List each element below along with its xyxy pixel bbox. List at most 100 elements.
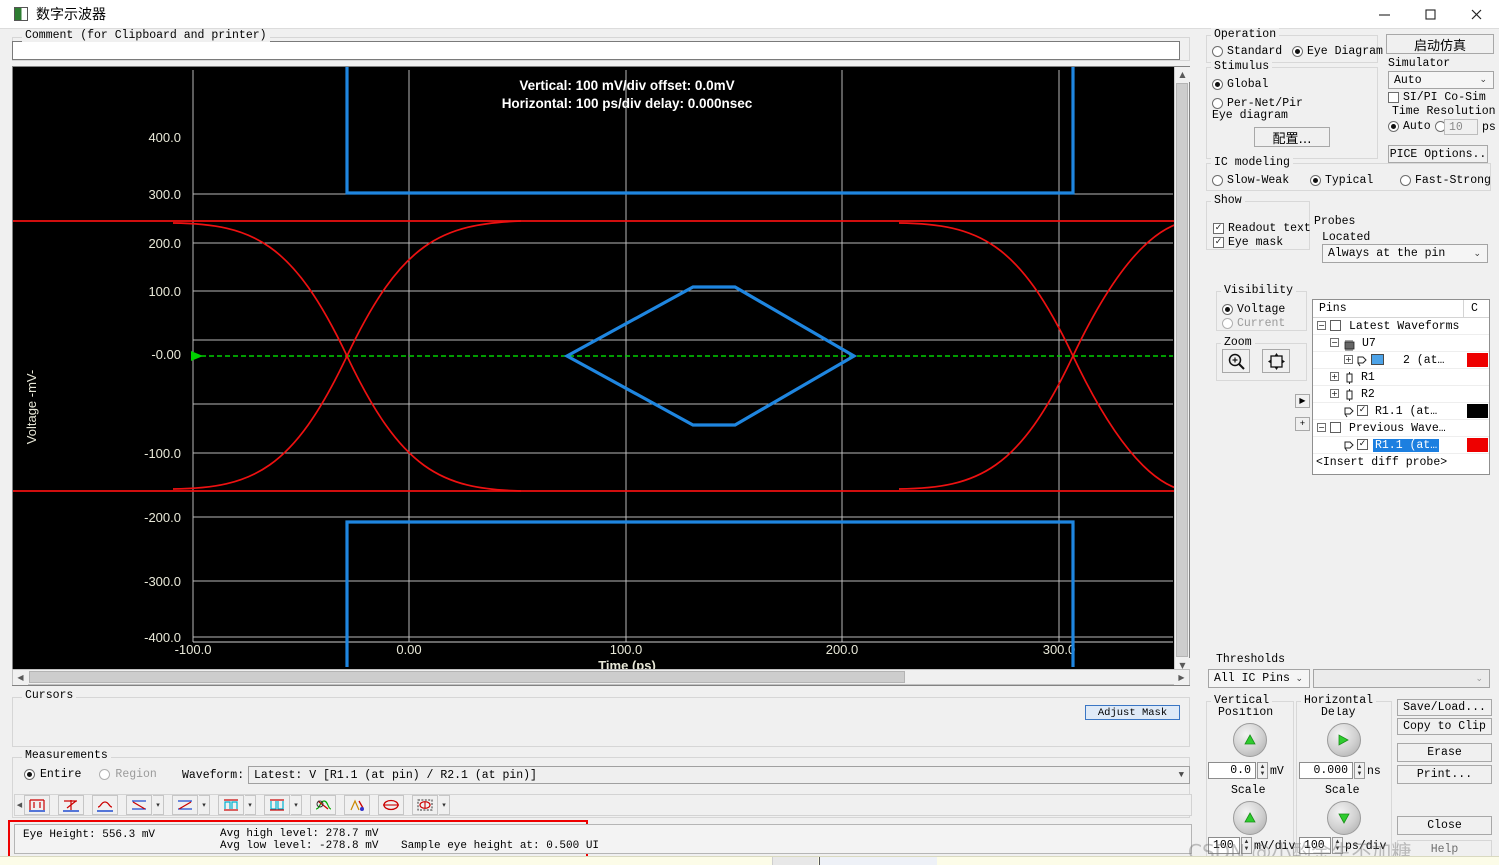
table-row[interactable]: + R1 <box>1313 369 1489 386</box>
undershoot-icon[interactable] <box>264 795 290 815</box>
expander-icon[interactable]: − <box>1317 321 1326 330</box>
eye-mask-dropdown[interactable]: ▾ <box>439 795 450 815</box>
table-row[interactable]: − Latest Waveforms <box>1313 318 1489 335</box>
rise-time-dropdown[interactable]: ▾ <box>153 795 164 815</box>
scroll-up-arrow[interactable]: ▲ <box>1175 67 1190 82</box>
time-auto-radio[interactable] <box>1388 121 1399 132</box>
overshoot-icon[interactable] <box>218 795 244 815</box>
waveform-select[interactable]: Latest: V [R1.1 (at pin) / R2.1 (at pin)… <box>248 766 1190 784</box>
maximize-button[interactable] <box>1407 0 1453 29</box>
spice-options-button[interactable]: PICE Options.. <box>1388 145 1488 163</box>
jitter-icon[interactable] <box>92 795 118 815</box>
crosstalk-icon[interactable] <box>310 795 336 815</box>
vertical-scroll-thumb[interactable] <box>1176 83 1188 657</box>
fast-strong-radio[interactable] <box>1400 175 1411 186</box>
tree-expand-right-button[interactable]: ▶ <box>1295 394 1310 408</box>
vertical-scale-stepper[interactable]: ▲ ▼ <box>1241 837 1252 854</box>
zoom-fit-icon[interactable] <box>1262 349 1290 373</box>
undershoot-dropdown[interactable]: ▾ <box>291 795 302 815</box>
scroll-left-arrow[interactable]: ◀ <box>13 670 28 685</box>
probe-color-box[interactable] <box>1371 354 1384 365</box>
row-color-swatch[interactable] <box>1467 438 1488 452</box>
minimize-button[interactable] <box>1361 0 1407 29</box>
expander-icon[interactable]: + <box>1330 389 1339 398</box>
eye-mask-icon[interactable] <box>412 795 438 815</box>
scroll-right-arrow[interactable]: ▶ <box>1174 670 1189 685</box>
row-checkbox[interactable]: ✓ <box>1357 405 1368 416</box>
comment-input[interactable] <box>12 41 1180 60</box>
typical-radio[interactable] <box>1310 175 1321 186</box>
configure-button[interactable]: 配置… <box>1254 127 1330 147</box>
copy-to-clip-button[interactable]: Copy to Clip <box>1397 718 1492 735</box>
plot-vertical-scrollbar[interactable]: ▲ ▼ <box>1174 67 1190 673</box>
table-row[interactable]: − U7 <box>1313 335 1489 352</box>
thresholds-select[interactable]: All IC Pins ⌄ <box>1208 669 1310 688</box>
thresholds-secondary-select[interactable]: ⌄ <box>1313 669 1490 688</box>
expander-icon[interactable]: + <box>1330 372 1339 381</box>
toolbar-grip[interactable]: ◀ <box>15 796 24 814</box>
erase-button[interactable]: Erase <box>1397 743 1492 762</box>
overshoot-dropdown[interactable]: ▾ <box>245 795 256 815</box>
eye-height-icon[interactable] <box>24 795 50 815</box>
expander-icon[interactable]: − <box>1330 338 1339 347</box>
readout-text-checkbox[interactable]: ✓ <box>1213 223 1224 234</box>
horizontal-scale-knob[interactable] <box>1327 801 1361 835</box>
eye-width-icon[interactable] <box>58 795 84 815</box>
standard-radio-row[interactable]: Standard <box>1212 45 1282 58</box>
fall-time-icon[interactable] <box>172 795 198 815</box>
rise-time-icon[interactable] <box>126 795 152 815</box>
print-button[interactable]: Print... <box>1397 765 1492 784</box>
si-pi-row[interactable]: SI/PI Co-Sim <box>1388 91 1486 104</box>
vertical-scale-input[interactable]: 100 <box>1208 837 1240 854</box>
horizontal-scale-input[interactable]: 100 <box>1299 837 1331 854</box>
horizontal-scroll-thumb[interactable] <box>29 671 905 683</box>
insert-diff-probe-row[interactable]: <Insert diff probe> <box>1313 454 1489 471</box>
horizontal-delay-stepper[interactable]: ▲ ▼ <box>1354 762 1365 779</box>
global-radio-row[interactable]: Global <box>1212 78 1268 91</box>
eye-mask-checkbox[interactable]: ✓ <box>1213 237 1224 248</box>
close-button[interactable] <box>1453 0 1499 29</box>
readout-text-row[interactable]: ✓ Readout text <box>1213 222 1311 235</box>
vertical-position-input[interactable]: 0.0 <box>1208 762 1256 779</box>
eye-diagram-radio-row[interactable]: Eye Diagram <box>1292 45 1383 58</box>
plot-horizontal-scrollbar[interactable]: ◀ ▶ <box>12 669 1190 685</box>
row-checkbox[interactable]: ✓ <box>1357 439 1368 450</box>
si-pi-checkbox[interactable] <box>1388 92 1399 103</box>
horizontal-delay-input[interactable]: 0.000 <box>1299 762 1353 779</box>
voltage-radio-row[interactable]: Voltage <box>1222 303 1285 316</box>
row-color-swatch[interactable] <box>1467 404 1488 418</box>
adjust-mask-button[interactable]: Adjust Mask <box>1085 705 1180 720</box>
simulator-select[interactable]: Auto ⌄ <box>1388 71 1494 89</box>
horizontal-scale-stepper[interactable]: ▲ ▼ <box>1332 837 1343 854</box>
eye-open-icon[interactable] <box>378 795 404 815</box>
region-radio[interactable] <box>99 769 111 780</box>
zoom-in-icon[interactable] <box>1222 349 1250 373</box>
table-row[interactable]: ✓ R1.1 (at… <box>1313 437 1489 454</box>
tree-add-button[interactable]: + <box>1295 417 1310 431</box>
time-auto-row[interactable]: Auto <box>1388 120 1446 133</box>
table-row[interactable]: + R2 <box>1313 386 1489 403</box>
start-simulation-button[interactable]: 启动仿真 <box>1386 34 1494 54</box>
row-color-swatch[interactable] <box>1467 353 1488 367</box>
per-net-radio[interactable] <box>1212 98 1223 109</box>
time-resolution-input[interactable]: 10 <box>1444 119 1478 135</box>
fall-time-dropdown[interactable]: ▾ <box>199 795 210 815</box>
vertical-scale-knob[interactable] <box>1233 801 1267 835</box>
slow-weak-radio[interactable] <box>1212 175 1223 186</box>
checkbox-node[interactable] <box>1330 422 1341 433</box>
standard-radio[interactable] <box>1212 46 1223 57</box>
typical-radio-row[interactable]: Typical <box>1310 174 1373 187</box>
horizontal-delay-knob[interactable] <box>1327 723 1361 757</box>
pins-tree[interactable]: Pins C − Latest Waveforms − U7 + 2 (at… … <box>1312 299 1490 475</box>
table-row[interactable]: + 2 (at… <box>1313 352 1489 369</box>
eye-diagram-radio[interactable] <box>1292 46 1303 57</box>
expander-icon[interactable]: − <box>1317 423 1326 432</box>
voltage-radio[interactable] <box>1222 304 1233 315</box>
delay-icon[interactable] <box>344 795 370 815</box>
located-select[interactable]: Always at the pin ⌄ <box>1322 244 1488 263</box>
vertical-position-stepper[interactable]: ▲ ▼ <box>1257 762 1268 779</box>
expander-icon[interactable]: + <box>1344 355 1353 364</box>
current-radio-row[interactable]: Current <box>1222 317 1285 330</box>
global-radio[interactable] <box>1212 79 1223 90</box>
entire-radio[interactable] <box>24 769 35 780</box>
